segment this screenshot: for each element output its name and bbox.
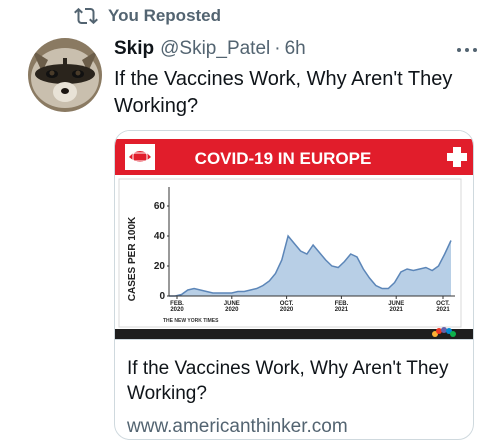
cross-icon [445, 145, 469, 169]
user-handle[interactable]: @Skip_Patel [160, 38, 270, 60]
y-tick-label: 60 [154, 201, 166, 212]
source-note: THE NEW YORK TIMES [163, 318, 219, 324]
tweet-text: If the Vaccines Work, Why Aren't They Wo… [114, 68, 453, 117]
link-card[interactable]: COVID-19 IN EUROPE 0 20 40 60 FEB. 2020 JUNE 20… [114, 130, 474, 440]
x-tick-label: 2020 [225, 307, 239, 313]
covid-chart: COVID-19 IN EUROPE 0204060FEB.2020JUNE20… [115, 131, 473, 339]
x-tick-label: 2020 [170, 307, 184, 313]
separator: · [274, 38, 281, 59]
card-title[interactable]: If the Vaccines Work, Why Aren't They Wo… [127, 356, 461, 406]
display-name[interactable]: Skip [114, 38, 154, 60]
y-tick-label: 0 [159, 291, 165, 302]
tweet-time[interactable]: 6h [285, 38, 306, 60]
x-tick-label: 2021 [436, 307, 450, 313]
repost-indicator: You Reposted [74, 3, 221, 29]
tweet-header: Skip @Skip_Patel · 6h [114, 36, 306, 62]
x-tick-label: 2021 [390, 307, 404, 313]
y-axis-label: CASES PER 100K [127, 216, 138, 301]
mask-icon [125, 144, 155, 170]
more-options-icon[interactable] [452, 38, 482, 62]
x-tick-label: 2021 [335, 307, 349, 313]
x-tick-label: 2020 [280, 307, 294, 313]
chart-title: COVID-19 IN EUROPE [195, 149, 372, 168]
repost-icon [74, 4, 98, 28]
avatar[interactable] [28, 38, 102, 112]
card-text[interactable]: If the Vaccines Work, Why Aren't They Wo… [115, 339, 473, 439]
card-url[interactable]: www.americanthinker.com [127, 414, 461, 439]
y-tick-label: 40 [154, 231, 166, 242]
y-tick-label: 20 [154, 261, 166, 272]
card-image[interactable]: COVID-19 IN EUROPE 0 20 40 60 FEB. 2020 JUNE 20… [115, 131, 473, 339]
repost-label: You Reposted [108, 6, 222, 25]
